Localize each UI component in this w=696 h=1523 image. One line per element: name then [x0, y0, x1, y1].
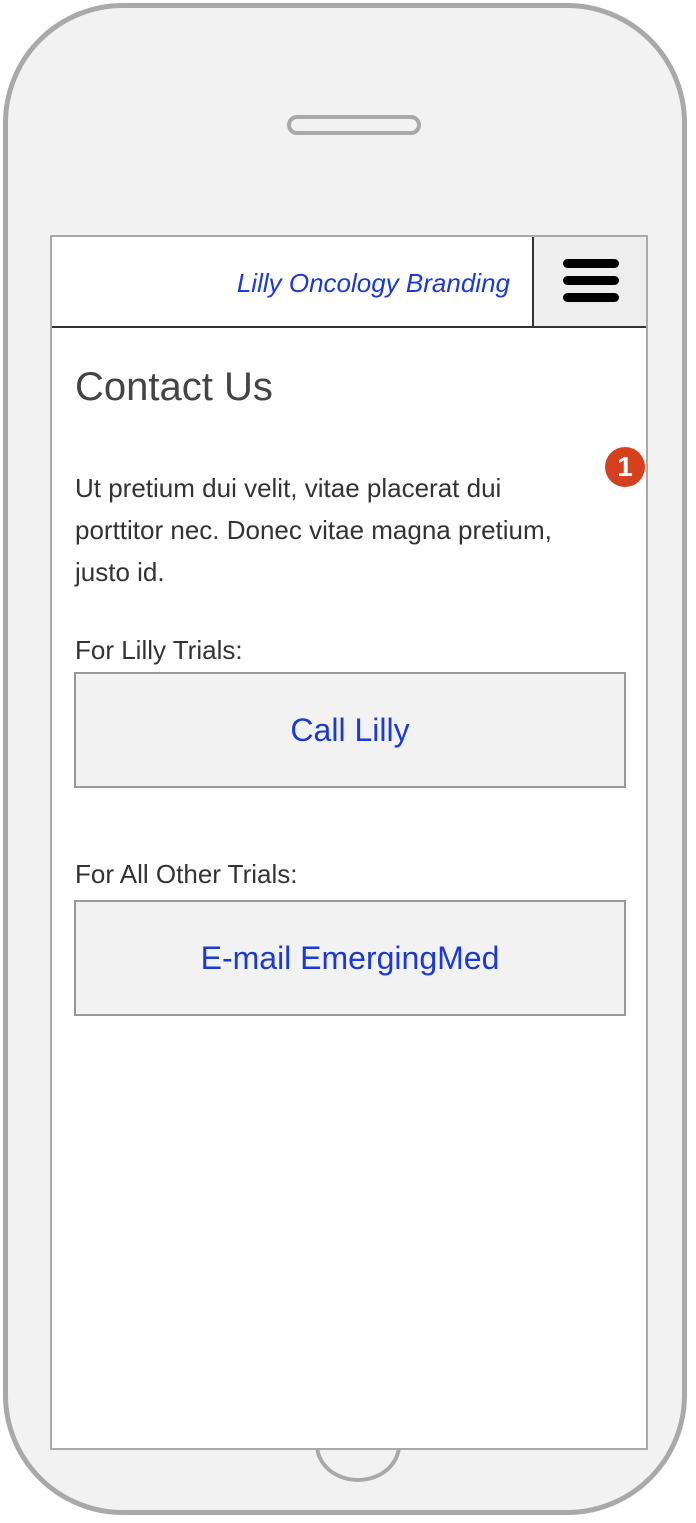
page-title: Contact Us [75, 365, 273, 409]
other-trials-label: For All Other Trials: [75, 859, 298, 889]
email-emergingmed-button[interactable]: E-mail EmergingMed [74, 900, 626, 1016]
app-header: Lilly Oncology Branding [52, 237, 646, 328]
lilly-trials-label: For Lilly Trials: [75, 635, 243, 665]
intro-text: Ut pretium dui velit, vitae placerat dui… [75, 473, 552, 587]
menu-button[interactable] [532, 237, 646, 328]
brand-link[interactable]: Lilly Oncology Branding [237, 268, 510, 299]
call-lilly-button[interactable]: Call Lilly [74, 672, 626, 788]
phone-speaker [287, 115, 421, 135]
phone-screen: Lilly Oncology Branding Contact Us 1 Ut … [50, 235, 648, 1450]
annotation-badge: 1 [605, 447, 645, 487]
